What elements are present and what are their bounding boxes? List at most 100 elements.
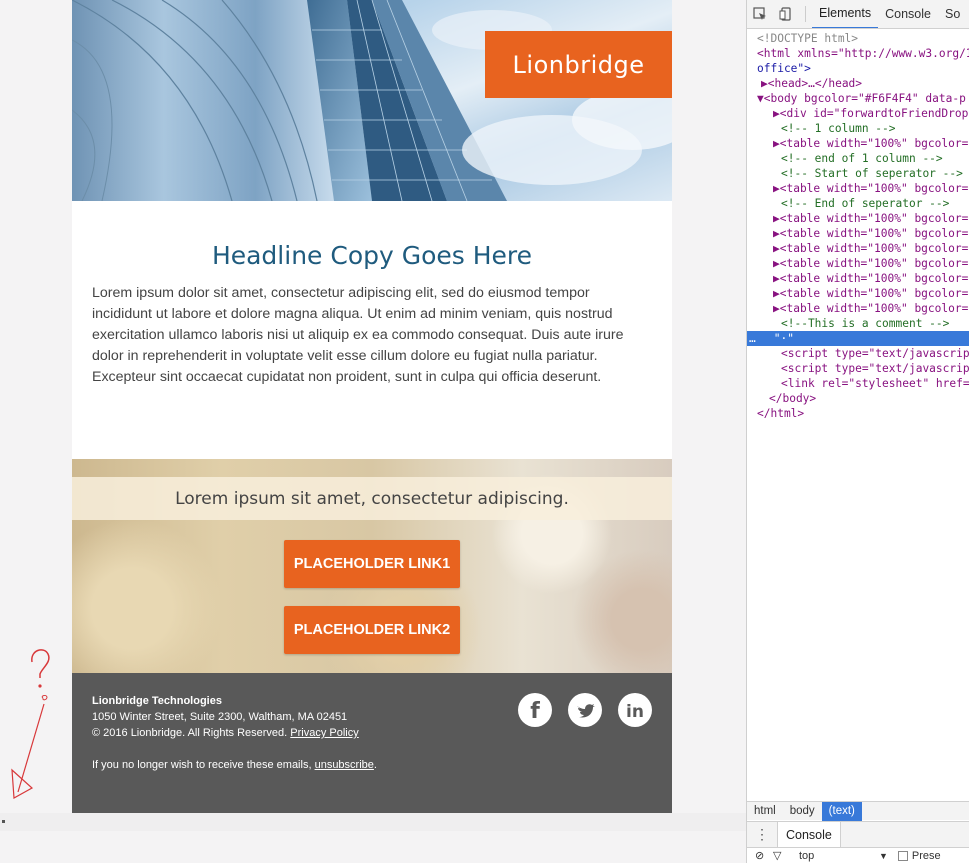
footer-copyright: © 2016 Lionbridge. All Rights Reserved.	[92, 727, 288, 739]
dom-line-text: <!--This is a comment -->	[781, 317, 950, 330]
dom-line-text: ▶<table width="100%" bgcolor=	[773, 257, 969, 270]
promo-band: Lorem ipsum sit amet, consectetur adipis…	[72, 477, 672, 520]
dom-line[interactable]: ▶<head>…</head>	[747, 76, 969, 91]
drawer-bar: ⋮ Console	[747, 821, 969, 848]
tab-elements[interactable]: Elements	[812, 0, 879, 28]
body-copy: Lorem ipsum dolor sit amet, consectetur …	[92, 285, 624, 385]
dom-line-selected[interactable]: … "·"	[747, 331, 969, 346]
crumb-html[interactable]: html	[747, 802, 783, 821]
dom-line[interactable]: ▶<div id="forwardtoFriendDrop	[747, 106, 969, 121]
dom-line-text: "·"	[773, 332, 794, 345]
placeholder-link1-button[interactable]: PLACEHOLDER LINK1	[284, 540, 460, 588]
dom-line-text: office">	[757, 62, 811, 75]
dom-line[interactable]: ▶<table width="100%" bgcolor=	[747, 181, 969, 196]
dom-line[interactable]: ▶<table width="100%" bgcolor=	[747, 211, 969, 226]
email-preview: Lionbridge Headline Copy Goes Here Lorem…	[72, 0, 672, 813]
lionbridge-logo: Lionbridge	[485, 31, 672, 98]
dom-line-text: ▶<table width="100%" bgcolor=	[773, 137, 969, 150]
unsubscribe-prefix: If you no longer wish to receive these e…	[92, 759, 312, 771]
dom-line[interactable]: <!-- 1 column -->	[747, 121, 969, 136]
chevron-down-icon: ▼	[879, 850, 888, 861]
dom-line[interactable]: <html xmlns="http://www.w3.org/1	[747, 46, 969, 61]
dom-line[interactable]: <!--This is a comment -->	[747, 316, 969, 331]
dom-line[interactable]: ▶<table width="100%" bgcolor=	[747, 226, 969, 241]
dom-line-text: ▶<table width="100%" bgcolor=	[773, 227, 969, 240]
dom-line-text: ▶<head>…</head>	[761, 77, 863, 90]
dom-line-text: <!DOCTYPE html>	[757, 32, 859, 45]
tab-console[interactable]: Console	[878, 0, 938, 28]
unsubscribe-line: If you no longer wish to receive these e…	[92, 757, 652, 773]
headline: Headline Copy Goes Here	[211, 241, 533, 270]
dom-line-text: <!-- Start of seperator -->	[781, 167, 963, 180]
dom-line[interactable]: ▶<table width="100%" bgcolor=	[747, 271, 969, 286]
dom-line-text: <script type="text/javascrip	[781, 347, 969, 360]
facebook-icon[interactable]: f	[518, 693, 552, 727]
dom-line-text: ▶<table width="100%" bgcolor=	[773, 182, 969, 195]
preserve-log-checkbox[interactable]	[897, 850, 908, 861]
dom-line[interactable]: ▶<table width="100%" bgcolor=	[747, 256, 969, 271]
dom-line[interactable]: ▶<table width="100%" bgcolor=	[747, 136, 969, 151]
drawer-tab-console[interactable]: Console	[777, 821, 841, 848]
viewport-bottom-strip	[0, 813, 746, 831]
placeholder-link2-button[interactable]: PLACEHOLDER LINK2	[284, 606, 460, 654]
dom-line-text: <link rel="stylesheet" href=	[781, 377, 969, 390]
dom-breadcrumbs: html body (text)	[747, 801, 969, 821]
devtools-toolbar: Elements Console So	[747, 0, 969, 29]
dom-line-text: <!-- 1 column -->	[781, 122, 896, 135]
dom-line[interactable]: ▶<table width="100%" bgcolor=	[747, 241, 969, 256]
linkedin-icon[interactable]: in	[618, 693, 652, 727]
drawer-menu-icon[interactable]: ⋮	[747, 826, 777, 843]
dom-line-text: ▶<table width="100%" bgcolor=	[773, 287, 969, 300]
dom-line[interactable]: office">	[747, 61, 969, 76]
dom-line[interactable]: <link rel="stylesheet" href=	[747, 376, 969, 391]
email-footer: Lionbridge Technologies 1050 Winter Stre…	[72, 673, 672, 813]
svg-text:f: f	[530, 699, 540, 724]
device-toolbar-icon[interactable]	[773, 0, 799, 28]
filter-icon[interactable]: ▽	[773, 849, 789, 862]
dom-line[interactable]: ▶<table width="100%" bgcolor=	[747, 286, 969, 301]
dom-line[interactable]: <script type="text/javascrip	[747, 346, 969, 361]
dom-line[interactable]: <!DOCTYPE html>	[747, 31, 969, 46]
dom-line[interactable]: <!-- end of 1 column -->	[747, 151, 969, 166]
dom-line[interactable]: </html>	[747, 406, 969, 421]
toolbar-divider	[805, 6, 806, 22]
dom-line-text: ▶<table width="100%" bgcolor=	[773, 212, 969, 225]
dom-line[interactable]: <script type="text/javascrip	[747, 361, 969, 376]
dom-line[interactable]: <!-- Start of seperator -->	[747, 166, 969, 181]
dom-line-text: ▶<table width="100%" bgcolor=	[773, 272, 969, 285]
dom-line[interactable]: ▼<body bgcolor="#F6F4F4" data-p	[747, 91, 969, 106]
twitter-icon[interactable]	[568, 693, 602, 727]
stray-dot	[2, 820, 5, 823]
handwritten-annotation	[11, 649, 50, 799]
dom-line-text: ▶<table width="100%" bgcolor=	[773, 242, 969, 255]
promo-section: Lorem ipsum sit amet, consectetur adipis…	[72, 459, 672, 673]
clear-console-icon[interactable]: ⊘	[755, 849, 773, 862]
footer-copyright-line: © 2016 Lionbridge. All Rights Reserved. …	[92, 725, 652, 741]
context-select[interactable]: top	[799, 850, 879, 862]
dom-line[interactable]: </body>	[747, 391, 969, 406]
inspect-element-icon[interactable]	[747, 0, 773, 28]
crumb-body[interactable]: body	[783, 802, 822, 821]
dom-line-text: </html>	[757, 407, 805, 420]
dom-line[interactable]: <!-- End of seperator -->	[747, 196, 969, 211]
dom-line-text: <!-- end of 1 column -->	[781, 152, 943, 165]
hero-banner: Lionbridge	[72, 0, 672, 201]
page: Lionbridge Headline Copy Goes Here Lorem…	[0, 0, 969, 863]
dom-line-text: <html xmlns="http://www.w3.org/1	[757, 47, 969, 60]
logo-text: Lionbridge	[512, 50, 645, 79]
unsubscribe-suffix: .	[373, 759, 377, 771]
dom-line-text: <script type="text/javascrip	[781, 362, 969, 375]
dom-line-text: ▶<div id="forwardtoFriendDrop	[773, 107, 969, 120]
dom-line[interactable]: ▶<table width="100%" bgcolor=	[747, 301, 969, 316]
tab-sources[interactable]: So	[938, 0, 967, 28]
privacy-policy-link[interactable]: Privacy Policy	[290, 727, 358, 739]
devtools-panel: Elements Console So <!DOCTYPE html> <html…	[746, 0, 969, 863]
dom-line-text: ▶<table width="100%" bgcolor=	[773, 302, 969, 315]
crumb-text[interactable]: (text)	[821, 801, 862, 821]
promo-text: Lorem ipsum sit amet, consectetur adipis…	[175, 488, 569, 509]
dom-line-text: <!-- End of seperator -->	[781, 197, 950, 210]
preserve-log-label: Prese	[911, 849, 941, 862]
selected-line-ellipsis: …	[749, 332, 756, 345]
unsubscribe-link[interactable]: unsubscribe	[315, 759, 374, 771]
social-links: f in	[518, 693, 652, 727]
